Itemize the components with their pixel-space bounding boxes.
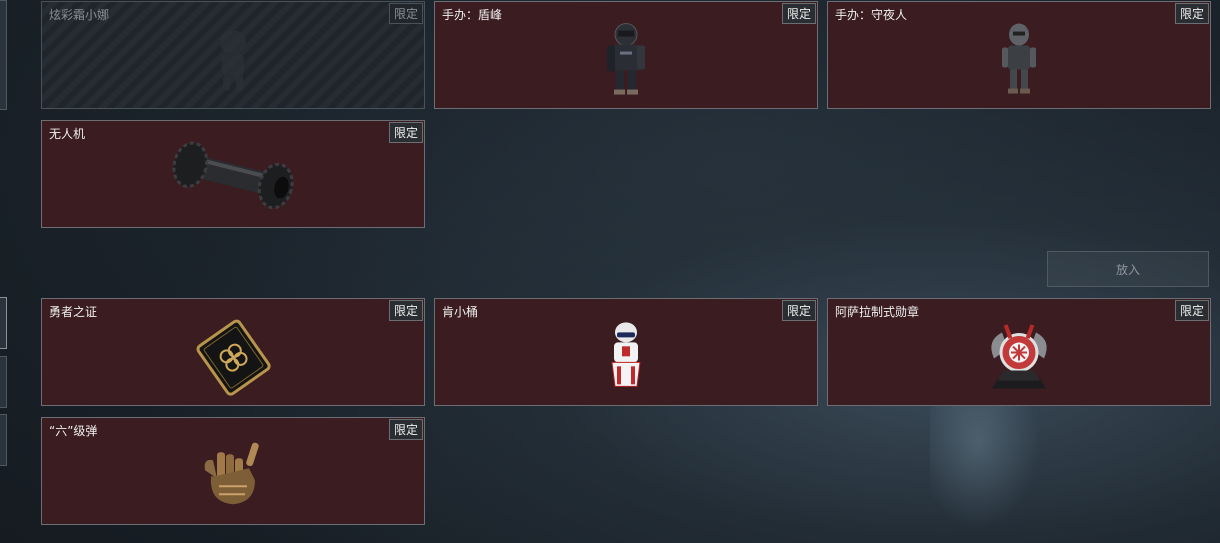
side-tab-2[interactable] (0, 297, 7, 349)
item-name: “六”级弹 (49, 424, 98, 438)
item-card-wurenji[interactable]: 无人机 限定 (41, 120, 425, 228)
side-tab-4[interactable] (0, 414, 7, 466)
item-name: 手办：盾峰 (442, 8, 503, 22)
limited-badge: 限定 (388, 3, 423, 24)
limited-badge: 限定 (388, 419, 423, 440)
masked-figure-icon (1002, 23, 1036, 94)
item-name: 肯小桶 (442, 305, 479, 319)
item-name: 勇者之证 (49, 305, 98, 319)
item-card-shouyeren[interactable]: 手办：守夜人 限定 (827, 1, 1211, 109)
put-in-button[interactable]: 放入 (1047, 251, 1209, 287)
item-card-dunfeng[interactable]: 手办：盾峰 限定 (434, 1, 818, 109)
gold-card-icon (196, 319, 271, 396)
item-name: 阿萨拉制式勋章 (835, 305, 920, 319)
drone-roller-icon (172, 141, 294, 210)
limited-badge: 限定 (781, 300, 816, 321)
item-name: 手办：守夜人 (835, 8, 908, 22)
item-card-asala-medal[interactable]: 阿萨拉制式勋章 限定 (827, 298, 1211, 406)
background-glint (930, 400, 1050, 543)
medal-icon (991, 324, 1047, 389)
limited-badge: 限定 (388, 122, 423, 143)
item-card-kenxiaotong[interactable]: 肯小桶 限定 (434, 298, 818, 406)
side-tab-1[interactable] (0, 0, 7, 110)
limited-badge: 限定 (781, 3, 816, 24)
armored-figure-icon (607, 23, 645, 95)
limited-badge: 限定 (1174, 3, 1209, 24)
side-tab-3[interactable] (0, 356, 7, 408)
limited-badge: 限定 (388, 300, 423, 321)
hand-gesture-icon (204, 442, 259, 505)
item-card-liujidan[interactable]: “六”级弹 限定 (41, 417, 425, 525)
item-card-xuancai-xiaona[interactable]: 炫彩霜小娜 限定 (41, 1, 425, 109)
item-name: 无人机 (49, 127, 86, 141)
figure-silhouette-icon (220, 30, 246, 91)
bucket-figure-icon (611, 322, 641, 387)
item-name: 炫彩霜小娜 (49, 8, 110, 22)
limited-badge: 限定 (1174, 300, 1209, 321)
item-card-yongzhezhizheng[interactable]: 勇者之证 限定 (41, 298, 425, 406)
